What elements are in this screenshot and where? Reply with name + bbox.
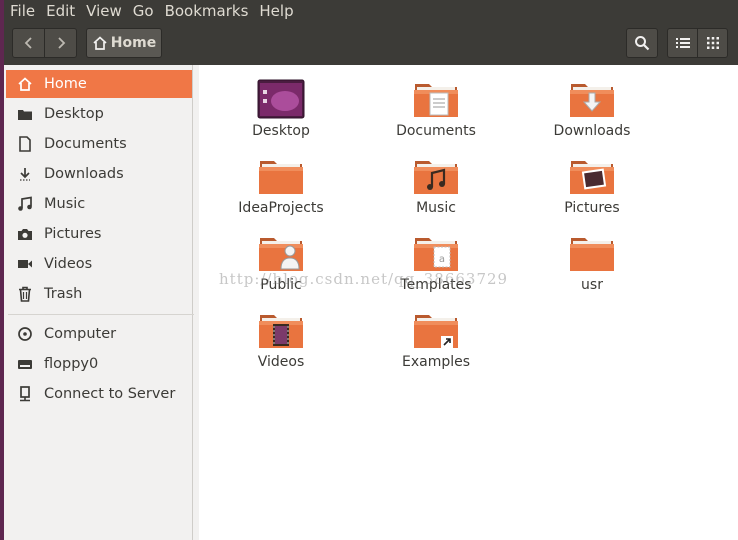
menu-bar: File Edit View Go Bookmarks Help — [4, 0, 738, 22]
sidebar-item-floppy0[interactable]: floppy0 — [6, 350, 192, 378]
toolbar: Home — [4, 22, 738, 65]
search-icon — [635, 36, 650, 51]
file-label: IdeaProjects — [238, 200, 324, 216]
file-label: Documents — [396, 123, 476, 139]
sidebar-item-documents[interactable]: Documents — [6, 130, 192, 158]
list-view-icon — [675, 38, 690, 48]
floppy-icon — [15, 358, 35, 370]
sidebar-item-home[interactable]: Home — [6, 70, 192, 98]
folder-icon — [366, 156, 506, 196]
list-view-button[interactable] — [667, 28, 698, 58]
network-server-icon — [15, 386, 35, 402]
home-icon — [15, 77, 35, 91]
folder-icon — [366, 310, 506, 350]
sidebar-item-label: Home — [44, 76, 87, 92]
folder-icon — [366, 79, 506, 119]
file-item-usr[interactable]: usr — [522, 233, 662, 309]
menu-file[interactable]: File — [10, 2, 35, 20]
sidebar-divider — [8, 314, 194, 315]
file-item-videos[interactable]: Videos — [211, 310, 351, 386]
sidebar-item-music[interactable]: Music — [6, 190, 192, 218]
file-label: Examples — [401, 354, 471, 370]
file-item-desktop[interactable]: Desktop — [211, 79, 351, 155]
file-label: Videos — [257, 354, 305, 370]
file-item-examples[interactable]: Examples — [366, 310, 506, 386]
download-arrow-icon — [15, 166, 35, 182]
folder-icon — [522, 233, 662, 273]
menu-view[interactable]: View — [86, 2, 122, 20]
sidebar-item-label: floppy0 — [44, 356, 99, 372]
sidebar-item-label: Downloads — [44, 166, 124, 182]
file-item-downloads[interactable]: Downloads — [522, 79, 662, 155]
sidebar-item-label: Computer — [44, 326, 117, 342]
menu-bookmarks[interactable]: Bookmarks — [165, 2, 249, 20]
file-item-pictures[interactable]: Pictures — [522, 156, 662, 232]
menu-edit[interactable]: Edit — [46, 2, 75, 20]
search-button[interactable] — [626, 28, 658, 58]
sidebar-item-label: Pictures — [44, 226, 102, 242]
folder-icon — [522, 156, 662, 196]
chevron-right-icon — [57, 37, 65, 49]
sidebar-item-videos[interactable]: Videos — [6, 250, 192, 278]
video-icon — [15, 258, 35, 270]
chevron-left-icon — [24, 37, 32, 49]
sidebar: Home Desktop Documents Downloads Music P… — [4, 65, 194, 540]
file-item-ideaprojects[interactable]: IdeaProjects — [211, 156, 351, 232]
file-label: usr — [581, 277, 603, 293]
desktop-folder-icon — [15, 107, 35, 121]
desktop-icon — [211, 79, 351, 119]
sidebar-item-label: Connect to Server — [44, 386, 176, 402]
sidebar-item-connect-to-server[interactable]: Connect to Server — [6, 380, 192, 408]
sidebar-item-label: Music — [44, 196, 86, 212]
folder-icon — [522, 79, 662, 119]
folder-icon — [211, 233, 351, 273]
file-label: Downloads — [553, 123, 631, 139]
sidebar-item-desktop[interactable]: Desktop — [6, 100, 192, 128]
document-icon — [15, 136, 35, 152]
file-label: Pictures — [564, 200, 620, 216]
grid-view-icon — [706, 37, 719, 49]
file-item-music[interactable]: Music — [366, 156, 506, 232]
watermark: http://blog.csdn.net/qq_38663729 — [219, 270, 509, 288]
file-label: Desktop — [252, 123, 310, 139]
sidebar-item-computer[interactable]: Computer — [6, 320, 192, 348]
file-label: Music — [416, 200, 456, 216]
sidebar-item-label: Documents — [44, 136, 127, 152]
folder-icon: a — [366, 233, 506, 273]
back-button[interactable] — [12, 28, 45, 58]
location-home-button[interactable]: Home — [86, 28, 162, 58]
sidebar-item-label: Desktop — [44, 106, 104, 122]
file-view: Desktop Documents Downloads IdeaProjects Mus… — [199, 65, 738, 540]
sidebar-item-pictures[interactable]: Pictures — [6, 220, 192, 248]
folder-icon — [211, 310, 351, 350]
sidebar-item-label: Videos — [44, 256, 93, 272]
location-label: Home — [110, 35, 157, 51]
home-icon — [93, 36, 107, 50]
file-item-documents[interactable]: Documents — [366, 79, 506, 155]
music-note-icon — [15, 196, 35, 212]
hard-disk-icon — [15, 326, 35, 342]
trash-icon — [15, 286, 35, 302]
camera-icon — [15, 227, 35, 241]
menu-help[interactable]: Help — [259, 2, 293, 20]
sidebar-item-downloads[interactable]: Downloads — [6, 160, 192, 188]
sidebar-item-label: Trash — [44, 286, 83, 302]
menu-go[interactable]: Go — [133, 2, 154, 20]
grid-view-button[interactable] — [697, 28, 728, 58]
sidebar-item-trash[interactable]: Trash — [6, 280, 192, 308]
forward-button[interactable] — [44, 28, 77, 58]
folder-icon — [211, 156, 351, 196]
svg-text:a: a — [439, 254, 445, 265]
